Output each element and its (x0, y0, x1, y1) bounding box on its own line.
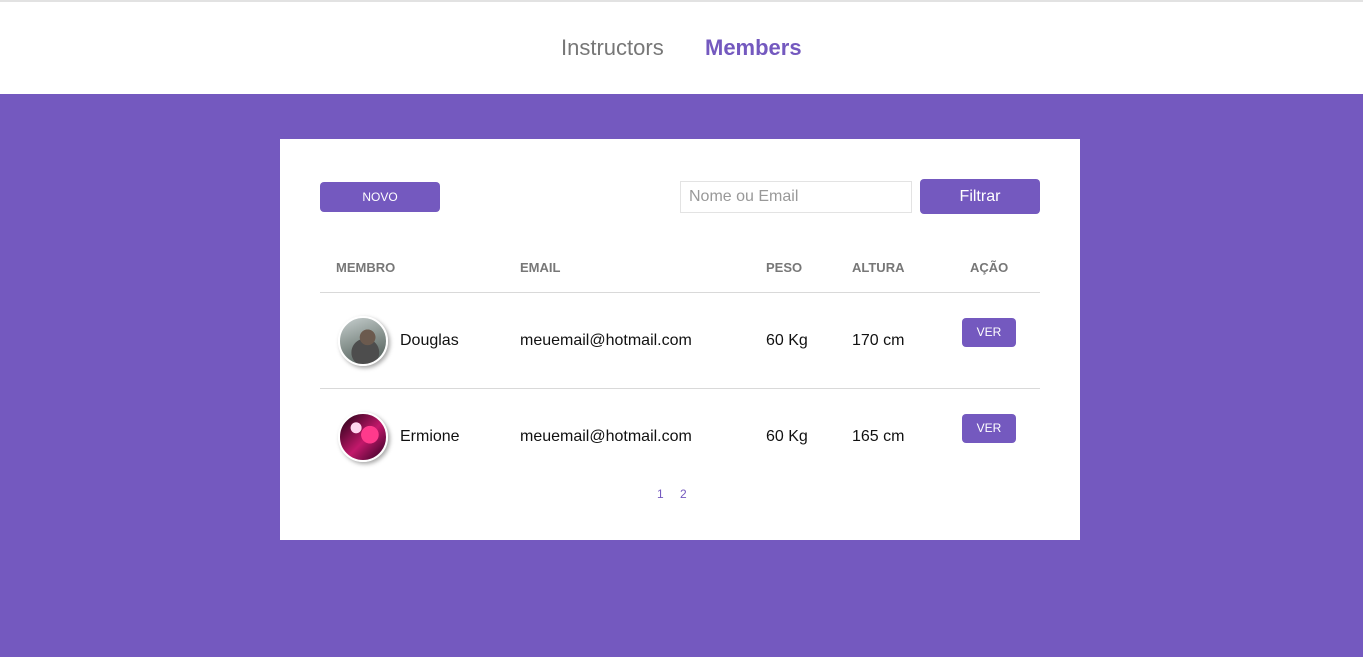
table-row: Douglas meuemail@hotmail.com 60 Kg 170 c… (320, 293, 1040, 389)
members-card: NOVO Filtrar MEMBRO EMAIL PESO ALTURA AÇ… (280, 139, 1080, 540)
table-row: Ermione meuemail@hotmail.com 60 Kg 165 c… (320, 389, 1040, 484)
avatar (338, 316, 388, 366)
filter-button[interactable]: Filtrar (920, 179, 1040, 214)
nav-link-members[interactable]: Members (705, 35, 802, 61)
member-weight: 60 Kg (766, 332, 808, 349)
main-nav: Instructors Members (0, 35, 1363, 65)
new-member-button[interactable]: NOVO (320, 182, 440, 212)
nav-link-instructors[interactable]: Instructors (561, 35, 664, 61)
member-height: 165 cm (852, 428, 905, 445)
member-weight: 60 Kg (766, 428, 808, 445)
column-header-member: MEMBRO (336, 260, 396, 275)
column-header-email: EMAIL (520, 260, 561, 275)
member-name: Douglas (400, 332, 459, 349)
column-header-height: ALTURA (852, 260, 905, 275)
avatar (338, 412, 388, 462)
pagination-page-1[interactable]: 1 (657, 487, 664, 501)
search-input[interactable] (680, 181, 912, 213)
site-header: Instructors Members (0, 2, 1363, 94)
member-name: Ermione (400, 428, 460, 445)
view-member-button[interactable]: VER (962, 318, 1016, 347)
column-header-action: AÇÃO (970, 260, 1009, 275)
view-member-button[interactable]: VER (962, 414, 1016, 443)
member-height: 170 cm (852, 332, 905, 349)
member-email: meuemail@hotmail.com (520, 428, 692, 445)
pagination-page-2[interactable]: 2 (680, 487, 687, 501)
member-email: meuemail@hotmail.com (520, 332, 692, 349)
column-header-weight: PESO (766, 260, 803, 275)
